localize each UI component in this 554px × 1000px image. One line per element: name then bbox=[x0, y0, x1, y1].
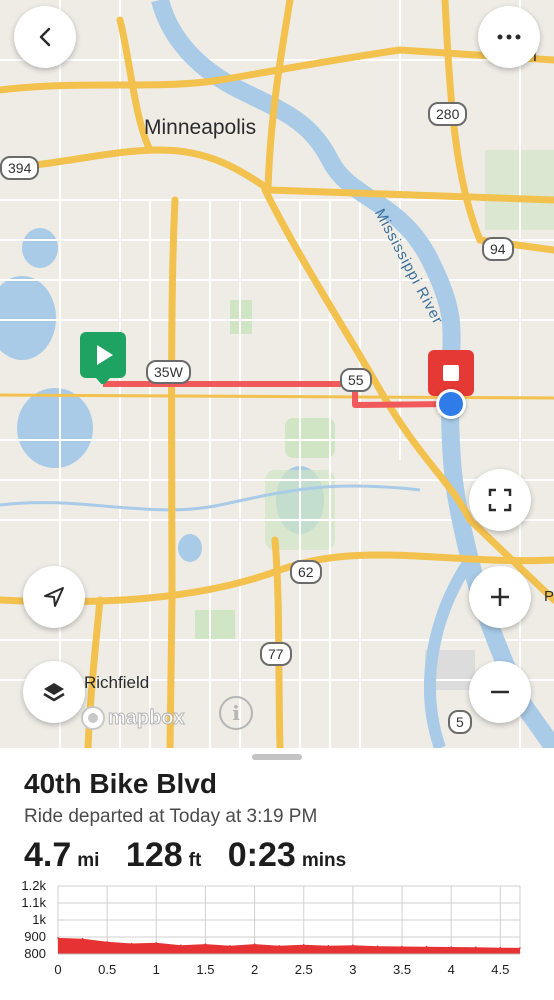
elevation-point bbox=[450, 946, 453, 948]
mapbox-wordmark: mapbox bbox=[108, 706, 186, 729]
zoom-out-button[interactable] bbox=[469, 661, 531, 723]
elevation-point bbox=[204, 943, 207, 945]
duration-stat: 0:23 mins bbox=[228, 836, 346, 875]
elevation-point bbox=[229, 945, 231, 947]
elevation-point bbox=[475, 946, 477, 948]
elevation-point bbox=[130, 942, 133, 945]
elevation-point bbox=[401, 945, 403, 948]
highway-shield-62: 62 bbox=[290, 560, 322, 584]
highway-shield-35w: 35W bbox=[146, 360, 191, 384]
ride-details-sheet: 40th Bike Blvd Ride departed at Today at… bbox=[0, 748, 554, 1000]
navigation-arrow-icon bbox=[44, 587, 64, 607]
mapbox-logo-icon bbox=[81, 706, 105, 730]
lake bbox=[178, 534, 202, 562]
minus-icon bbox=[491, 690, 509, 694]
city-label-richfield: Richfield bbox=[84, 673, 150, 692]
city-label-edge-p: P bbox=[544, 588, 554, 605]
lake bbox=[22, 228, 58, 268]
city-label-minneapolis: Minneapolis bbox=[144, 116, 257, 139]
elevation-point bbox=[519, 947, 521, 949]
info-icon[interactable]: i bbox=[219, 696, 253, 730]
ellipsis-icon bbox=[497, 34, 521, 40]
elevation-point bbox=[278, 945, 281, 947]
chart-y-tick-label: 1.2k bbox=[21, 878, 46, 893]
chart-x-tick-label: 1 bbox=[153, 962, 160, 977]
elevation-point bbox=[499, 946, 502, 949]
chart-x-tick-label: 0.5 bbox=[98, 962, 116, 977]
elevation-stat: 128 ft bbox=[126, 836, 201, 875]
chart-x-tick-label: 3 bbox=[349, 962, 356, 977]
chart-x-tick-label: 3.5 bbox=[393, 962, 411, 977]
elevation-point bbox=[302, 944, 305, 946]
expand-icon bbox=[488, 488, 512, 512]
ride-title: 40th Bike Blvd bbox=[24, 768, 217, 799]
chart-y-tick-label: 1k bbox=[32, 912, 46, 927]
chart-x-tick-label: 2.5 bbox=[295, 962, 313, 977]
current-location-dot bbox=[436, 389, 466, 419]
duration-value: 0:23 bbox=[227, 836, 296, 874]
distance-unit: mi bbox=[77, 850, 100, 871]
sheet-drag-handle[interactable] bbox=[252, 754, 302, 760]
mapbox-attribution[interactable]: mapbox bbox=[80, 705, 185, 731]
play-icon bbox=[96, 345, 113, 384]
elevation-point bbox=[57, 937, 59, 939]
ride-departed-text: Ride departed at Today at 3:19 PM bbox=[24, 806, 318, 827]
zoom-in-button[interactable] bbox=[469, 566, 531, 628]
chart-y-tick-label: 900 bbox=[24, 929, 46, 944]
ride-stats: 4.7 mi 128 ft 0:23 mins bbox=[24, 836, 368, 876]
plus-icon bbox=[491, 588, 509, 606]
chart-x-tick-label: 1.5 bbox=[196, 962, 214, 977]
back-button[interactable] bbox=[14, 6, 76, 68]
locate-me-button[interactable] bbox=[23, 566, 85, 628]
highway-shield-77: 77 bbox=[260, 642, 292, 666]
park bbox=[195, 610, 235, 640]
elevation-point bbox=[425, 945, 428, 948]
elevation-point bbox=[352, 944, 354, 946]
fullscreen-button[interactable] bbox=[469, 469, 531, 531]
chart-y-tick-label: 800 bbox=[24, 946, 46, 961]
elevation-chart[interactable]: 1.2k 1.1k 1k 900 800 0 0.5 1 1.5 2 2.5 3 3.5 4 4.5 bbox=[0, 878, 554, 1000]
map-view[interactable]: Minneapolis Richfield on I P Mississippi… bbox=[0, 0, 554, 748]
lake bbox=[17, 388, 93, 468]
location-dot-inner bbox=[439, 392, 463, 416]
elevation-point bbox=[253, 943, 256, 945]
chart-x-tick-label: 4 bbox=[448, 962, 455, 977]
lake bbox=[0, 276, 56, 360]
highway-shield-394: 394 bbox=[0, 156, 40, 180]
chevron-left-icon bbox=[39, 27, 51, 47]
elevation-point bbox=[155, 942, 158, 944]
highway-shield-5: 5 bbox=[448, 710, 472, 734]
map-layers-button[interactable] bbox=[23, 661, 85, 723]
distance-value: 4.7 bbox=[24, 836, 72, 874]
more-options-button[interactable] bbox=[478, 6, 540, 68]
start-marker[interactable] bbox=[80, 332, 126, 384]
distance-stat: 4.7 mi bbox=[24, 836, 99, 875]
duration-unit: mins bbox=[301, 850, 347, 871]
chart-x-tick-label: 4.5 bbox=[491, 962, 509, 977]
elevation-point bbox=[327, 944, 330, 947]
chart-x-tick-label: 0 bbox=[54, 962, 61, 977]
layers-icon bbox=[43, 683, 65, 702]
elevation-value: 128 bbox=[125, 836, 183, 874]
elevation-point bbox=[81, 937, 84, 940]
highway-shield-94: 94 bbox=[482, 237, 514, 261]
highway-shield-280: 280 bbox=[428, 102, 468, 126]
park bbox=[285, 418, 335, 458]
chart-x-tick-label: 2 bbox=[251, 962, 258, 977]
chart-y-tick-label: 1.1k bbox=[21, 895, 46, 910]
elevation-unit: ft bbox=[188, 850, 202, 871]
elevation-point bbox=[180, 944, 182, 946]
elevation-point bbox=[376, 945, 379, 947]
highway-shield-55: 55 bbox=[340, 368, 372, 392]
elevation-point bbox=[106, 941, 108, 943]
